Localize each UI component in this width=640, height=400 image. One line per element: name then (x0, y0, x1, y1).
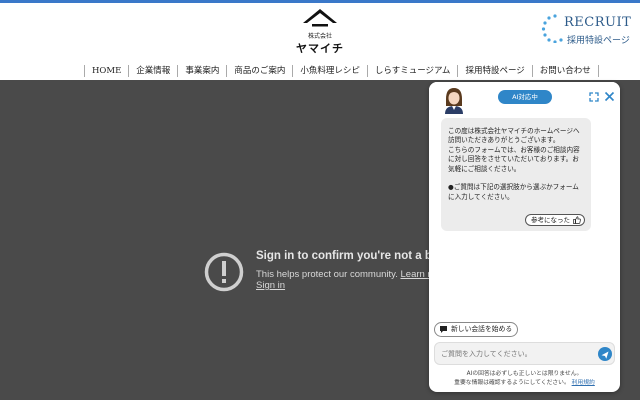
chat-input-box (434, 342, 615, 365)
speech-bubble-icon (440, 326, 447, 333)
site-header: 株式会社 ヤマイチ RECRUIT 採用特設ページ HOME 企業情報 事業案内… (0, 3, 640, 80)
new-chat-button[interactable]: 新しい会話を始める (434, 322, 519, 337)
thumbs-up-icon (573, 216, 581, 224)
ai-status-badge: AI対応中 (498, 90, 552, 104)
recruit-en-label: RECRUIT (564, 15, 632, 30)
recruit-ja-label: 採用特設ページ (567, 36, 630, 46)
alert-circle-icon (204, 252, 244, 292)
send-button[interactable] (598, 347, 612, 361)
operator-avatar (445, 88, 463, 114)
nav-item-recruit[interactable]: 採用特設ページ (457, 65, 531, 77)
helpful-label: 参考になった (531, 216, 570, 224)
company-logo[interactable]: 株式会社 ヤマイチ (290, 8, 350, 56)
nav-item-contact[interactable]: お問い合わせ (531, 65, 599, 77)
bot-check-description: This helps protect our community. Learn … (256, 269, 449, 280)
close-icon[interactable] (604, 91, 615, 102)
nav-item-home[interactable]: HOME (84, 65, 128, 77)
helpful-button[interactable]: 参考になった (525, 214, 585, 226)
bot-check-title: Sign in to confirm you're not a bot (256, 250, 443, 262)
ai-disclaimer: AIの回答は必ずしも正しいとは限りません。 重要な情報は確認するようにしてくださ… (429, 370, 620, 387)
nav-item-company[interactable]: 企業情報 (128, 65, 177, 77)
bot-check-text: This helps protect our community. (256, 269, 401, 280)
nav-item-recipes[interactable]: 小魚料理レシピ (292, 65, 367, 77)
nav-item-museum[interactable]: しらすミュージアム (366, 65, 458, 77)
nav-item-business[interactable]: 事業案内 (177, 65, 226, 77)
new-chat-label: 新しい会話を始める (451, 325, 513, 333)
send-icon (601, 351, 609, 359)
dots-circle-icon (541, 14, 563, 43)
bot-message: この度は株式会社ヤマイチのホームページへ訪問いただきありがとうございます。 こち… (441, 118, 591, 231)
chat-header: AI対応中 (429, 82, 620, 114)
expand-icon[interactable] (589, 92, 599, 102)
roof-logo-icon (303, 9, 337, 27)
chat-widget: AI対応中 この度は株式会社ヤマイチのホームページへ訪問いただきありがとうござい… (429, 82, 620, 392)
bot-message-text: この度は株式会社ヤマイチのホームページへ訪問いただきありがとうございます。 こち… (448, 127, 580, 201)
recruit-link[interactable]: RECRUIT 採用特設ページ (540, 13, 636, 53)
nav-item-products[interactable]: 商品のご案内 (226, 65, 292, 77)
disclaimer-line-2: 重要な情報は確認するようにしてください。 利用規約 (429, 379, 620, 388)
logo-small-text: 株式会社 (307, 33, 332, 40)
disclaimer-line-2-text: 重要な情報は確認するようにしてください。 (454, 379, 570, 386)
terms-link[interactable]: 利用規約 (572, 380, 595, 386)
chat-message-input[interactable] (441, 347, 591, 361)
logo-name-text: ヤマイチ (296, 42, 344, 55)
disclaimer-line-1: AIの回答は必ずしも正しいとは限りません。 (466, 371, 583, 377)
chat-messages: この度は株式会社ヤマイチのホームページへ訪問いただきありがとうございます。 こち… (429, 114, 620, 324)
sign-in-link[interactable]: Sign in (256, 280, 285, 291)
main-nav: HOME 企業情報 事業案内 商品のご案内 小魚料理レシピ しらすミュージアム … (84, 63, 599, 79)
